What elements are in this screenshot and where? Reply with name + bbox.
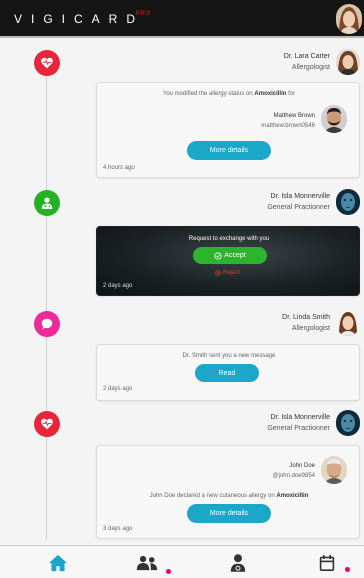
chat-bubble-icon [34, 311, 60, 337]
read-button[interactable]: Read [195, 364, 259, 382]
close-circle-icon [215, 270, 221, 276]
card-time: 3 days ago [103, 526, 133, 532]
reject-button[interactable]: Reject [215, 270, 240, 276]
bottom-nav [0, 545, 364, 578]
doctor-name: Dr. Isla Monnerville [270, 414, 330, 421]
notification-card: You modified the allergy status on Amoxi… [96, 82, 360, 178]
heart-pulse-icon [34, 411, 60, 437]
doctor-avatar[interactable] [336, 189, 360, 215]
reject-label: Reject [223, 270, 241, 276]
doctor-role: General Practionner [267, 204, 330, 211]
users-notification-dot [166, 569, 171, 574]
user-doctor-icon [34, 190, 60, 216]
doctor-avatar[interactable] [336, 410, 360, 436]
patient-handle: matthew.brown0546 [261, 123, 315, 129]
patient-handle: @john.doe9854 [272, 473, 315, 479]
home-icon [49, 554, 67, 572]
nav-doctor[interactable] [227, 552, 249, 574]
doctor-name: Dr. Linda Smith [282, 314, 330, 321]
doctor-name: Dr. Isla Monnerville [270, 193, 330, 200]
heart-pulse-icon [34, 50, 60, 76]
doctor-name: Dr. Lara Carter [283, 53, 330, 60]
accept-button[interactable]: Accept [193, 247, 267, 264]
more-details-button[interactable]: More details [187, 504, 271, 523]
user-avatar[interactable] [336, 4, 362, 34]
card-time: 4 hours ago [103, 165, 135, 171]
doctor-icon [230, 554, 246, 572]
check-circle-icon [214, 251, 222, 260]
brand-suffix: PRO [136, 11, 151, 17]
message-card: Dr. Smith sent you a new message Read 2 … [96, 344, 360, 401]
nav-home[interactable] [47, 552, 69, 574]
patient-name: John Doe [289, 463, 315, 469]
exchange-request-card: Request to exchange with you Accept Reje… [96, 226, 360, 296]
doctor-role: General Practionner [267, 425, 330, 432]
more-details-button[interactable]: More details [187, 141, 271, 160]
doctor-role: Allergologist [291, 64, 330, 71]
doctor-avatar[interactable] [336, 310, 360, 336]
card-time: 2 days ago [103, 283, 133, 289]
card-message: You modified the allergy status on Amoxi… [162, 91, 296, 97]
brand-logo: VIGICARD [14, 12, 145, 26]
nav-users[interactable] [136, 552, 158, 574]
timeline-line [46, 60, 47, 540]
card-time: 2 days ago [103, 386, 133, 392]
accept-label: Accept [224, 252, 246, 259]
card-message: Dr. Smith sent you a new message [182, 353, 276, 359]
patient-name: Matthew Brown [273, 113, 315, 119]
doctor-avatar[interactable] [336, 49, 360, 75]
top-bar: VIGICARD PRO [0, 0, 364, 38]
calendar-icon [319, 555, 335, 572]
card-message: John Doe declared a new cutaneous allerg… [149, 493, 309, 499]
patient-avatar[interactable] [321, 105, 347, 133]
doctor-role: Allergologist [291, 325, 330, 332]
allergy-declaration-card: John Doe @john.doe9854 John Doe declared… [96, 445, 360, 539]
users-icon [136, 555, 158, 571]
nav-calendar[interactable] [316, 552, 338, 574]
calendar-notification-dot [345, 567, 350, 572]
card-message: Request to exchange with you [188, 236, 270, 242]
patient-avatar[interactable] [321, 456, 347, 484]
